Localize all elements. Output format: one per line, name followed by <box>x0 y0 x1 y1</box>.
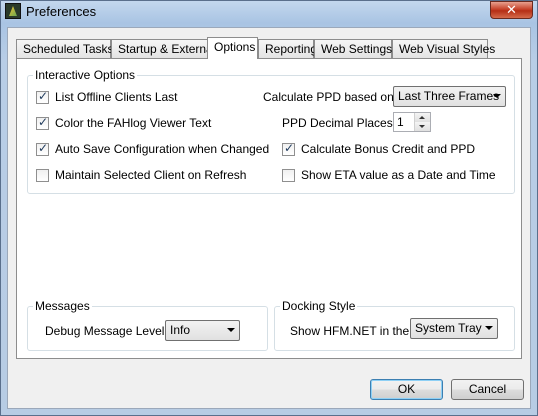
show-hfm-in-value: System Tray <box>415 321 482 335</box>
auto-save-configuration-checkbox[interactable]: ✓ <box>36 141 49 156</box>
checkmark-icon: ✓ <box>38 141 49 155</box>
cancel-button[interactable]: Cancel <box>451 379 524 400</box>
ok-button[interactable]: OK <box>370 379 443 400</box>
tab-startup-external[interactable]: Startup & External <box>111 39 215 58</box>
color-fahlog-viewer-checkbox[interactable]: ✓ <box>36 115 49 130</box>
show-hfm-in-label: Show HFM.NET in the: <box>290 324 413 338</box>
debug-message-level-dropdown[interactable]: Info <box>165 320 240 341</box>
calculate-bonus-credit-checkbox[interactable]: ✓ <box>282 141 295 156</box>
color-fahlog-viewer-label: Color the FAHlog Viewer Text <box>55 116 212 130</box>
list-offline-clients-last-checkbox[interactable]: ✓ <box>36 89 49 104</box>
close-button[interactable]: ✕ <box>490 1 533 19</box>
ppd-decimal-places-stepper[interactable]: 1 <box>393 112 431 132</box>
debug-message-level-value: Info <box>170 323 191 337</box>
show-hfm-in-dropdown[interactable]: System Tray <box>410 318 498 339</box>
maintain-selected-client-label: Maintain Selected Client on Refresh <box>55 168 247 182</box>
stepper-buttons <box>414 113 430 131</box>
calculate-ppd-label: Calculate PPD based on: <box>263 90 398 104</box>
chevron-down-icon <box>493 94 501 98</box>
tab-web-visual-styles[interactable]: Web Visual Styles <box>392 39 495 58</box>
tab-label: Web Settings <box>321 42 393 56</box>
maintain-selected-client-checkbox[interactable] <box>36 169 49 182</box>
ppd-decimal-places-value: 1 <box>397 115 404 129</box>
tab-label: Options <box>214 40 256 54</box>
stepper-down-icon[interactable] <box>415 122 430 131</box>
show-eta-date-time-label: Show ETA value as a Date and Time <box>301 168 496 182</box>
ppd-decimal-places-label: PPD Decimal Places: <box>282 116 397 130</box>
docking-style-title: Docking Style <box>280 299 358 313</box>
calculate-ppd-dropdown[interactable]: Last Three Frames <box>393 86 506 107</box>
interactive-options-title: Interactive Options <box>33 68 138 82</box>
checkmark-icon: ✓ <box>38 115 49 129</box>
checkmark-icon: ✓ <box>38 89 49 103</box>
chevron-down-icon <box>227 328 235 332</box>
tab-web-settings[interactable]: Web Settings <box>314 39 392 58</box>
calculate-ppd-value: Last Three Frames <box>398 89 500 103</box>
tab-scheduled-tasks[interactable]: Scheduled Tasks <box>16 39 114 58</box>
tab-label: Reporting <box>265 42 318 56</box>
checkmark-icon: ✓ <box>284 141 295 155</box>
tab-options[interactable]: Options <box>207 37 258 59</box>
tab-label: Web Visual Styles <box>399 42 496 56</box>
tab-label: Startup & External <box>118 42 216 56</box>
tab-reporting[interactable]: Reporting <box>258 39 318 58</box>
chevron-down-icon <box>485 326 493 330</box>
window-title: Preferences <box>26 4 97 19</box>
debug-message-level-label: Debug Message Level: <box>45 324 168 338</box>
tab-label: Scheduled Tasks <box>23 42 114 56</box>
show-eta-date-time-checkbox[interactable] <box>282 169 295 182</box>
messages-title: Messages <box>33 299 92 313</box>
app-icon <box>5 3 21 19</box>
auto-save-configuration-label: Auto Save Configuration when Changed <box>55 142 270 156</box>
calculate-bonus-credit-label: Calculate Bonus Credit and PPD <box>301 142 476 156</box>
list-offline-clients-last-label: List Offline Clients Last <box>55 90 178 104</box>
